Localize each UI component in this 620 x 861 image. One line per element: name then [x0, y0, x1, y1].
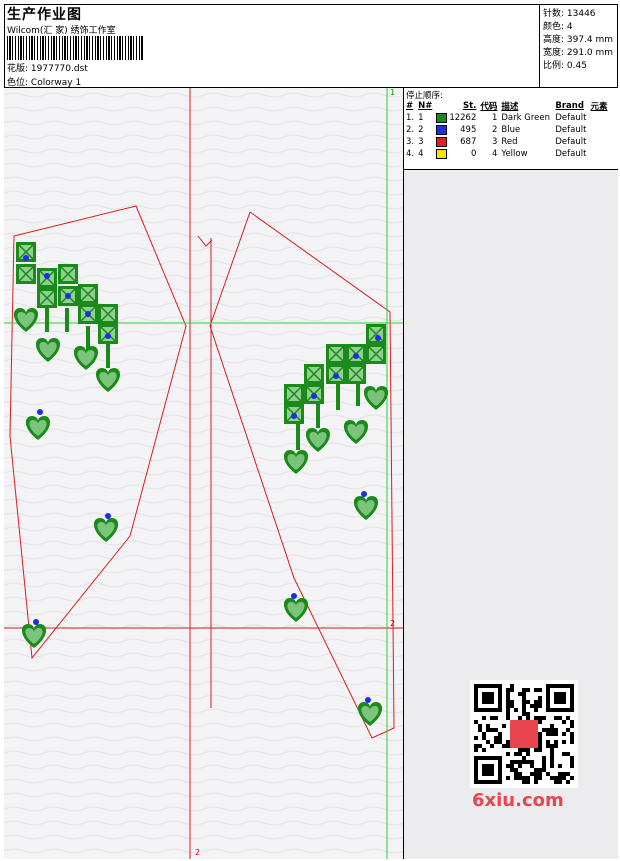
color-swatch [436, 125, 448, 135]
axis-label-1: 1 [390, 88, 396, 97]
axis-label-2-bottom: 2 [195, 848, 201, 857]
stitch-count: 687 [460, 137, 477, 147]
stat-height: 高度: 397.4 mm [543, 35, 614, 45]
cell-element [588, 124, 609, 136]
cell-description: Red [501, 137, 518, 147]
cell-code: 2 [491, 125, 498, 135]
cell-brand: Default [555, 113, 587, 123]
table-header-row: # N# St. 代码 描述 Brand 元素 [404, 100, 609, 112]
design-preview [4, 88, 403, 859]
cell-element [588, 148, 609, 160]
col-needle: N# [418, 101, 433, 111]
colorway-label: 色位: [7, 78, 29, 88]
cell-code: 4 [491, 149, 498, 159]
barcode [7, 36, 143, 60]
table-row: 3. 3 687 3 Red Default [404, 136, 609, 148]
qr-code [470, 680, 578, 788]
col-index: # [406, 101, 414, 111]
cell-description: Yellow [501, 149, 528, 159]
cell-stitches: 0 [434, 148, 478, 160]
color-swatch [436, 149, 448, 159]
colorway-value: Colorway 1 [30, 78, 82, 88]
cell-code: 3 [491, 137, 498, 147]
colorway-row: 色位: Colorway 1 [7, 75, 81, 88]
qr-code-image [474, 684, 574, 784]
cell-element [588, 112, 609, 124]
table-row: 4. 4 0 4 Yellow Default [404, 148, 609, 160]
design-file: 1977770.dst [30, 64, 88, 74]
stitch-count: 0 [470, 149, 477, 159]
cell-needle: 4 [418, 149, 424, 159]
cell-code: 1 [491, 113, 498, 123]
design-canvas[interactable]: 1 2 2 [4, 88, 404, 859]
cell-brand: Default [555, 149, 587, 159]
design-row: 花版: 1977770.dst [7, 61, 88, 74]
col-brand: Brand [555, 101, 584, 111]
col-code: 代码 [480, 102, 498, 112]
cell-brand: Default [555, 125, 587, 135]
stat-scale: 比例: 0.45 [543, 61, 587, 71]
stat-colors: 颜色: 4 [543, 22, 573, 32]
stat-width: 宽度: 291.0 mm [543, 48, 614, 58]
cell-needle: 3 [418, 137, 424, 147]
cell-stitches: 12262 [434, 112, 478, 124]
page-title: 生产作业图 [7, 7, 82, 23]
side-panel: 停止顺序: # N# St. 代码 描述 Brand 元素 1. 1 12262 1 D… [404, 88, 618, 859]
cell-stitches: 687 [434, 136, 478, 148]
cell-description: Dark Green [501, 113, 551, 123]
cell-needle: 2 [418, 125, 424, 135]
stop-sequence-panel: 停止顺序: # N# St. 代码 描述 Brand 元素 1. 1 12262 1 D… [404, 88, 618, 170]
header-panel: 生产作业图 Wilcom(汇 家) 绣饰工作室 花版: 1977770.dst … [4, 4, 540, 88]
cell-description: Blue [501, 125, 521, 135]
cell-stitches: 495 [434, 124, 478, 136]
cell-index: 1. [406, 113, 415, 123]
stat-stitches: 针数: 13446 [543, 9, 596, 19]
color-swatch [436, 113, 448, 123]
stats-panel: 针数: 13446 颜色: 4 高度: 397.4 mm 宽度: 291.0 m… [540, 4, 618, 88]
color-swatch [436, 137, 448, 147]
cell-needle: 1 [418, 113, 424, 123]
col-element: 元素 [590, 102, 608, 112]
cell-index: 2. [406, 125, 415, 135]
axis-label-2: 2 [390, 619, 396, 628]
cell-element [588, 136, 609, 148]
design-label: 花版: [7, 64, 29, 74]
watermark-seal [510, 720, 538, 748]
watermark-text: 6xiu.com [472, 790, 564, 811]
table-row: 1. 1 12262 1 Dark Green Default [404, 112, 609, 124]
cell-index: 4. [406, 149, 415, 159]
cell-brand: Default [555, 137, 587, 147]
studio-name: Wilcom(汇 家) 绣饰工作室 [7, 26, 116, 36]
stitch-count: 495 [460, 125, 477, 135]
stitch-count: 12262 [449, 113, 477, 123]
cell-index: 3. [406, 137, 415, 147]
col-stitches: St. [462, 101, 477, 111]
col-description: 描述 [501, 102, 519, 112]
stop-sequence-table: # N# St. 代码 描述 Brand 元素 1. 1 12262 1 Dark Gr… [404, 100, 609, 160]
table-row: 2. 2 495 2 Blue Default [404, 124, 609, 136]
